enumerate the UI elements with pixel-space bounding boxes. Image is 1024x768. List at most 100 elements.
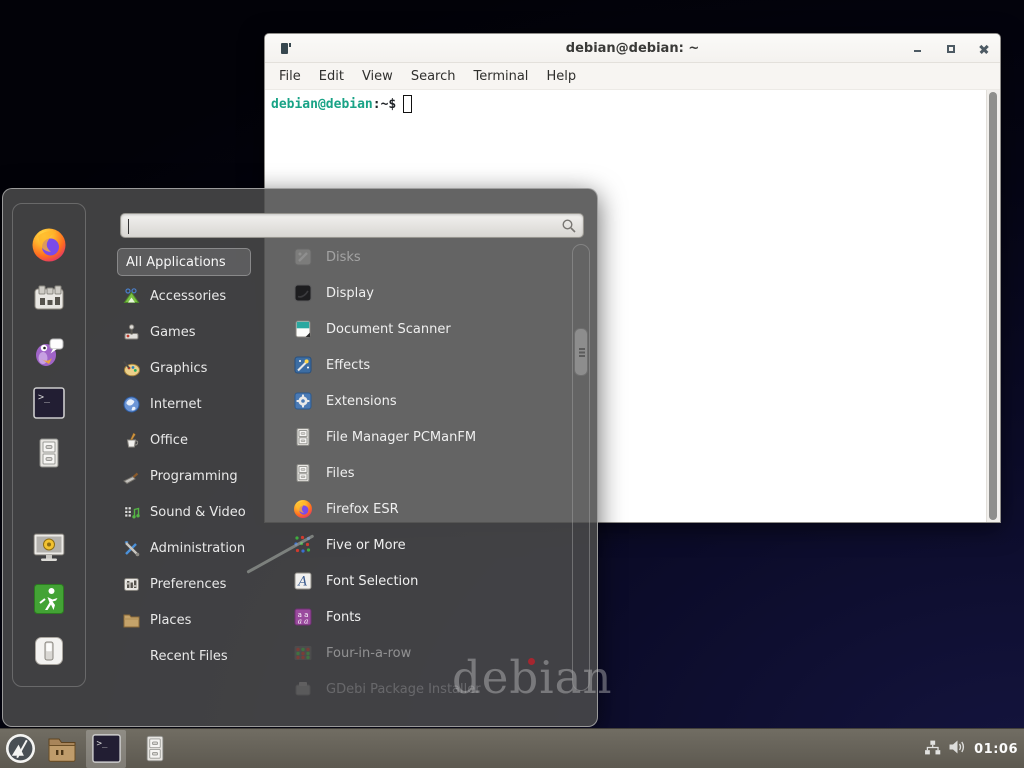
category-games[interactable]: Games	[115, 318, 261, 346]
app-item-fonts[interactable]: a a a a Fonts	[285, 603, 569, 631]
favorite-pidgin-button[interactable]	[32, 334, 66, 368]
taskbar-clock[interactable]: 01:06	[974, 742, 1018, 757]
category-label: Administration	[150, 541, 245, 556]
category-label: Programming	[150, 469, 238, 484]
app-item-font-selection[interactable]: A Font Selection	[285, 567, 569, 595]
terminal-menubar: File Edit View Search Terminal Help	[265, 63, 1000, 90]
category-all-applications[interactable]: All Applications	[117, 248, 251, 276]
favorite-lock-screen-button[interactable]	[32, 530, 66, 564]
menu-button-icon	[5, 733, 36, 764]
menu-scrollbar[interactable]	[574, 328, 588, 376]
logout-icon	[33, 583, 65, 615]
favorite-firefox-button[interactable]	[31, 227, 67, 263]
favorite-files-button[interactable]	[33, 437, 65, 469]
gdebi-icon	[293, 679, 313, 699]
terminal-scrollbar[interactable]	[989, 92, 997, 520]
category-administration[interactable]: Administration	[115, 534, 261, 562]
app-label: File Manager PCManFM	[326, 430, 476, 445]
prompt-user-host: debian@debian	[271, 97, 373, 112]
app-item-file-manager-pcmanfm[interactable]: File Manager PCManFM	[285, 423, 569, 451]
app-item-firefox-esr[interactable]: Firefox ESR	[285, 495, 569, 523]
app-item-files[interactable]: Files	[285, 459, 569, 487]
four-in-a-row-icon	[293, 643, 313, 663]
applications-menu: debian	[2, 188, 598, 727]
svg-text:A: A	[297, 575, 307, 590]
app-label: Font Selection	[326, 574, 418, 589]
category-places[interactable]: Places	[115, 606, 261, 634]
search-input[interactable]	[120, 213, 584, 238]
app-label: Document Scanner	[326, 322, 451, 337]
terminal-titlebar[interactable]: debian@debian: ~	[265, 34, 1000, 63]
network-tray-button[interactable]	[924, 739, 941, 760]
menubar-edit[interactable]: Edit	[310, 69, 353, 84]
taskbar-file-manager-button[interactable]	[40, 730, 84, 768]
office-icon	[123, 432, 140, 449]
disks-icon	[293, 247, 313, 267]
category-label: All Applications	[126, 255, 226, 270]
close-icon[interactable]	[978, 43, 990, 55]
app-item-disks[interactable]: Disks	[285, 243, 569, 271]
app-label: Effects	[326, 358, 370, 373]
category-label: Preferences	[150, 577, 226, 592]
category-label: Sound & Video	[150, 505, 246, 520]
app-item-display[interactable]: Display	[285, 279, 569, 307]
shutdown-icon	[33, 635, 65, 667]
volume-tray-button[interactable]	[948, 739, 967, 759]
favorite-settings-button[interactable]	[32, 282, 66, 316]
category-preferences[interactable]: Preferences	[115, 570, 261, 598]
menu-button[interactable]	[0, 730, 40, 768]
document-scanner-icon	[293, 319, 313, 339]
search-caret	[128, 219, 129, 234]
category-label: Accessories	[150, 289, 226, 304]
category-accessories[interactable]: Accessories	[115, 282, 261, 310]
file-cabinet-icon	[33, 437, 65, 469]
menu-scrollbar-track	[572, 244, 590, 691]
file-cabinet-icon	[293, 427, 313, 447]
maximize-icon[interactable]	[945, 43, 957, 55]
terminal-cursor	[403, 95, 412, 113]
terminal-scrollbar-track	[986, 90, 1000, 522]
menubar-help[interactable]: Help	[537, 69, 585, 84]
terminal-icon: >_	[33, 387, 65, 419]
favorite-logout-button[interactable]	[33, 583, 65, 615]
svg-text:a a: a a	[298, 618, 309, 626]
taskbar-files-button[interactable]	[132, 730, 178, 768]
taskbar: >_	[0, 728, 1024, 768]
menubar-file[interactable]: File	[270, 69, 310, 84]
app-label: Five or More	[326, 538, 406, 553]
favorite-terminal-button[interactable]: >_	[33, 387, 65, 419]
app-item-extensions[interactable]: Extensions	[285, 387, 569, 415]
graphics-icon	[123, 360, 140, 377]
app-label: Fonts	[326, 610, 361, 625]
games-icon	[123, 324, 140, 341]
app-item-five-or-more[interactable]: Five or More	[285, 531, 569, 559]
prompt-path: :~$	[373, 97, 396, 112]
app-item-four-in-a-row[interactable]: Four-in-a-row	[285, 639, 569, 667]
category-label: Graphics	[150, 361, 207, 376]
terminal-prompt: debian@debian:~$	[271, 95, 412, 113]
internet-icon	[123, 396, 140, 413]
menubar-view[interactable]: View	[353, 69, 402, 84]
category-sound-video[interactable]: Sound & Video	[115, 498, 261, 526]
taskbar-terminal-button[interactable]: >_	[86, 730, 126, 768]
category-programming[interactable]: Programming	[115, 462, 261, 490]
category-office[interactable]: Office	[115, 426, 261, 454]
app-label: Extensions	[326, 394, 397, 409]
category-recent-files[interactable]: Recent Files	[115, 642, 261, 670]
network-icon	[924, 739, 941, 756]
category-internet[interactable]: Internet	[115, 390, 261, 418]
category-graphics[interactable]: Graphics	[115, 354, 261, 382]
favorite-shutdown-button[interactable]	[33, 635, 65, 667]
firefox-icon	[293, 499, 313, 519]
app-item-gdebi-package-installer[interactable]: GDebi Package Installer	[285, 675, 569, 703]
menubar-search[interactable]: Search	[402, 69, 465, 84]
minimize-icon[interactable]	[912, 43, 924, 55]
category-label: Internet	[150, 397, 202, 412]
app-label: Four-in-a-row	[326, 646, 411, 661]
category-label: Places	[150, 613, 191, 628]
app-label: GDebi Package Installer	[326, 682, 481, 697]
file-cabinet-icon	[293, 463, 313, 483]
app-item-document-scanner[interactable]: Document Scanner	[285, 315, 569, 343]
app-item-effects[interactable]: Effects	[285, 351, 569, 379]
menubar-terminal[interactable]: Terminal	[464, 69, 537, 84]
